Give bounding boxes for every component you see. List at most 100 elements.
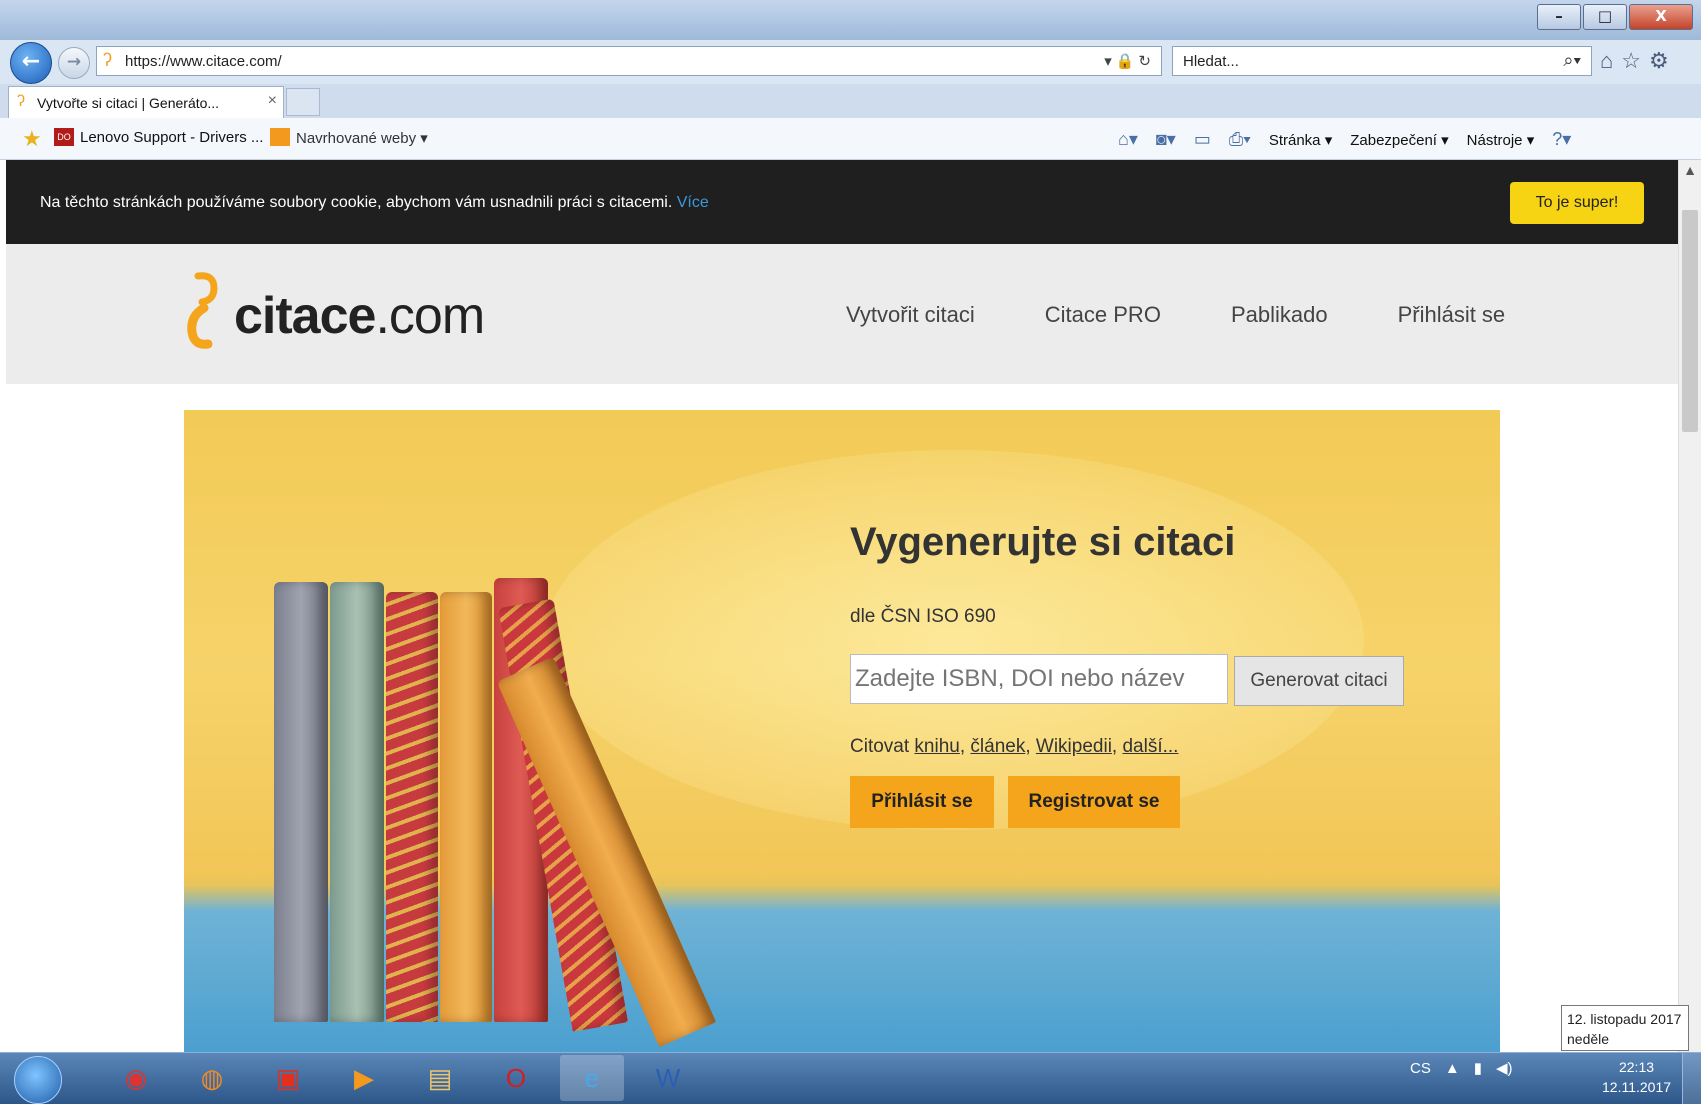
favorite-lenovo-support[interactable]: Lenovo Support - Drivers ... xyxy=(80,129,263,146)
pdf-reader-icon[interactable]: ▣ xyxy=(256,1055,320,1101)
help-icon[interactable]: ?▾ xyxy=(1552,129,1571,150)
rss-icon[interactable]: ◙▾ xyxy=(1156,129,1176,150)
suggested-sites-icon xyxy=(270,128,290,146)
refresh-icon[interactable]: ↻ xyxy=(1138,53,1155,70)
cookie-bar: Na těchto stránkách používáme soubory co… xyxy=(6,160,1678,244)
back-icon: ← xyxy=(21,49,41,74)
cite-type-links: Citovat knihu, článek, Wikipedii, další.… xyxy=(850,736,1179,757)
window-titlebar: – □ X xyxy=(0,0,1701,40)
nav-create-citation[interactable]: Vytvořit citaci xyxy=(846,302,975,328)
isbn-search-input[interactable] xyxy=(850,654,1228,704)
register-button[interactable]: Registrovat se xyxy=(1008,776,1180,828)
page-menu[interactable]: Stránka ▾ xyxy=(1269,131,1332,149)
forward-icon: → xyxy=(66,52,82,72)
clock-date: 12.11.2017 xyxy=(1602,1079,1672,1095)
tooltip-date: 12. listopadu 2017 xyxy=(1567,1011,1682,1027)
ie-icon[interactable]: e xyxy=(560,1055,624,1101)
favorites-star-icon[interactable]: ☆ xyxy=(1621,48,1649,73)
cite-prefix: Citovat xyxy=(850,736,910,757)
book-illustration xyxy=(386,592,438,1022)
cookie-text: Na těchto stránkách používáme soubory co… xyxy=(40,194,709,212)
favorite-suggested-sites[interactable]: Navrhované weby ▾ xyxy=(296,129,428,147)
windows-taskbar: ◉ ◍ ▣ ▶ ▤ O e W CS ▲ ▮ ◀) 22:13 12.11.20… xyxy=(0,1052,1701,1104)
cite-article-link[interactable]: článek xyxy=(970,736,1025,757)
nav-pablikado[interactable]: Pablikado xyxy=(1231,302,1328,328)
network-icon[interactable]: ▮ xyxy=(1474,1059,1482,1077)
tooltip-weekday: neděle xyxy=(1567,1031,1610,1047)
home-icon[interactable]: ⌂▾ xyxy=(1118,129,1138,150)
citace-logo-icon[interactable] xyxy=(184,272,228,352)
word-icon[interactable]: W xyxy=(636,1055,700,1101)
new-tab-button[interactable] xyxy=(286,88,320,116)
chrome-icon[interactable]: ◉ xyxy=(104,1055,168,1101)
browser-search-box[interactable]: Hledat... ⌕▾ xyxy=(1172,46,1592,76)
browser-toolbar-icons: ⌂☆⚙ xyxy=(1600,48,1677,74)
forward-button[interactable]: → xyxy=(58,47,90,79)
tab-title: Vytvořte si citaci | Generáto... xyxy=(37,95,220,111)
windows-start-icon[interactable] xyxy=(14,1056,62,1104)
site-nav: Vytvořit citaci Citace PRO Pablikado Při… xyxy=(846,302,1505,328)
generate-citation-button[interactable]: Generovat citaci xyxy=(1234,656,1404,706)
address-actions: ▾🔒↻ xyxy=(1104,52,1155,70)
address-bar[interactable]: ʔ https://www.citace.com/ ▾🔒↻ xyxy=(96,46,1162,76)
media-icon[interactable]: ▶ xyxy=(332,1055,396,1101)
address-text[interactable]: https://www.citace.com/ xyxy=(125,53,282,70)
cookie-more-link[interactable]: Více xyxy=(677,194,709,211)
tab-close-button[interactable]: × xyxy=(268,92,277,110)
favorites-star-icon[interactable]: ★ xyxy=(22,126,42,152)
site-logo[interactable]: citace.com xyxy=(234,286,485,346)
taskbar-clock[interactable]: 22:13 12.11.2017 xyxy=(1602,1057,1671,1097)
book-illustration xyxy=(330,582,384,1022)
vertical-scrollbar[interactable]: ▲ xyxy=(1678,160,1701,1052)
lock-icon[interactable]: 🔒 xyxy=(1116,53,1139,70)
volume-icon[interactable]: ◀) xyxy=(1496,1059,1513,1077)
close-window-button[interactable]: X xyxy=(1629,4,1693,30)
cookie-message: Na těchto stránkách používáme soubory co… xyxy=(40,194,673,211)
back-button[interactable]: ← xyxy=(10,42,52,84)
security-menu[interactable]: Zabezpečení ▾ xyxy=(1350,131,1448,149)
cite-book-link[interactable]: knihu xyxy=(914,736,959,757)
web-page: Na těchto stránkách používáme soubory co… xyxy=(6,160,1678,1052)
folder-icon[interactable]: ▤ xyxy=(408,1055,472,1101)
mail-icon[interactable]: ▭ xyxy=(1194,129,1211,150)
nav-citace-pro[interactable]: Citace PRO xyxy=(1045,302,1161,328)
nav-login[interactable]: Přihlásit se xyxy=(1398,302,1506,328)
tab-active[interactable]: ʔ Vytvořte si citaci | Generáto... × xyxy=(8,86,284,118)
cite-more-link[interactable]: další... xyxy=(1122,736,1178,757)
command-bar: ⌂▾ ◙▾ ▭ ⎙▾ Stránka ▾ Zabezpečení ▾ Nástr… xyxy=(1118,129,1571,150)
opera-icon[interactable]: O xyxy=(484,1055,548,1101)
logo-rest: .com xyxy=(375,287,485,345)
logo-bold: citace xyxy=(234,287,376,345)
language-indicator[interactable]: CS xyxy=(1410,1060,1431,1077)
clock-time: 22:13 xyxy=(1618,1059,1655,1075)
cite-wikipedia-link[interactable]: Wikipedii xyxy=(1036,736,1112,757)
maximize-button[interactable]: □ xyxy=(1583,4,1627,30)
firefox-icon[interactable]: ◍ xyxy=(180,1055,244,1101)
login-button[interactable]: Přihlásit se xyxy=(850,776,994,828)
tools-menu[interactable]: Nástroje ▾ xyxy=(1467,131,1535,149)
search-input[interactable]: Hledat... xyxy=(1183,53,1239,70)
tray-expand-icon[interactable]: ▲ xyxy=(1445,1060,1460,1077)
hero-subtitle: dle ČSN ISO 690 xyxy=(850,606,996,627)
minimize-button[interactable]: – xyxy=(1537,4,1581,30)
book-illustration xyxy=(274,582,328,1022)
scroll-thumb[interactable] xyxy=(1682,210,1698,432)
system-tray: CS ▲ ▮ ◀) xyxy=(1410,1059,1513,1078)
scroll-up-arrow-icon[interactable]: ▲ xyxy=(1679,162,1701,178)
hero-banner: Vygenerujte si citaci dle ČSN ISO 690 Ge… xyxy=(184,410,1500,1052)
home-icon[interactable]: ⌂ xyxy=(1600,48,1621,73)
print-icon[interactable]: ⎙▾ xyxy=(1229,129,1251,150)
hero-light xyxy=(544,450,1364,830)
hero-title: Vygenerujte si citaci xyxy=(850,520,1236,564)
date-tooltip: 12. listopadu 2017 neděle xyxy=(1561,1005,1689,1051)
book-illustration xyxy=(440,592,492,1022)
show-desktop-button[interactable] xyxy=(1682,1053,1701,1104)
gear-icon[interactable]: ⚙ xyxy=(1649,48,1677,73)
window-controls: – □ X xyxy=(1537,4,1693,30)
dropdown-icon[interactable]: ▾ xyxy=(1104,53,1116,70)
lenovo-favicon-icon: DO xyxy=(54,128,74,146)
site-favicon-icon: ʔ xyxy=(103,50,112,70)
cookie-accept-button[interactable]: To je super! xyxy=(1510,182,1644,224)
search-icon[interactable]: ⌕▾ xyxy=(1563,50,1581,71)
tab-favicon-icon: ʔ xyxy=(17,93,25,110)
